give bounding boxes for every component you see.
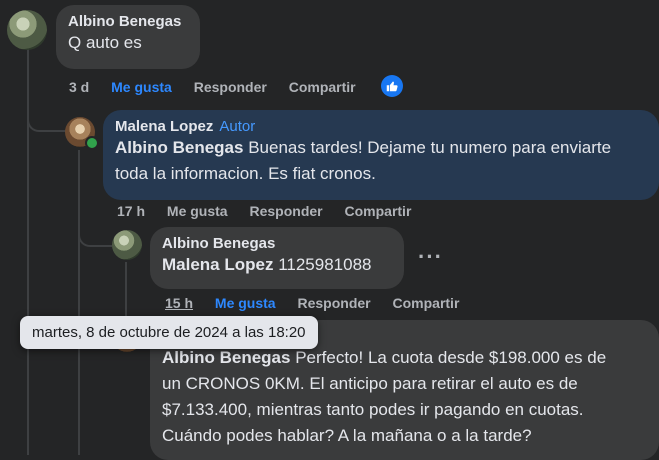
comment-text: Albino Benegas Buenas tardes! Dejame tu … bbox=[115, 135, 647, 161]
like-button[interactable]: Me gusta bbox=[111, 79, 172, 95]
thread-line-sub bbox=[78, 150, 80, 455]
like-button[interactable]: Me gusta bbox=[167, 203, 228, 219]
author-badge: Autor bbox=[219, 118, 256, 135]
thread-line-branch-1 bbox=[27, 100, 67, 132]
mention-tag[interactable]: Albino Benegas bbox=[162, 348, 290, 367]
comment-author[interactable]: Malena Lopez bbox=[115, 118, 213, 135]
online-status-icon bbox=[85, 136, 99, 150]
timestamp-tooltip: martes, 8 de octubre de 2024 a las 18:20 bbox=[20, 316, 318, 349]
like-reaction-icon[interactable] bbox=[381, 75, 403, 97]
reply-button[interactable]: Responder bbox=[194, 79, 267, 95]
share-button[interactable]: Compartir bbox=[289, 79, 356, 95]
mention-tag[interactable]: Albino Benegas bbox=[115, 138, 243, 157]
comment-text: Malena Lopez 1125981088 bbox=[162, 252, 392, 278]
comment-author[interactable]: Albino Benegas bbox=[68, 13, 188, 30]
comment-author[interactable]: Albino Benegas bbox=[162, 235, 392, 252]
thread-line-branch-2 bbox=[78, 220, 112, 247]
comment-bubble: Albino Benegas Q auto es bbox=[56, 5, 200, 69]
comment-bubble: Albino Benegas Malena Lopez 1125981088 bbox=[150, 227, 404, 289]
comment-text-line-1: Perfecto! La cuota desde $198.000 es de bbox=[290, 348, 607, 367]
comment-text-line-3: $7.133.400, mientras tanto podes ir paga… bbox=[162, 400, 584, 419]
reply-button[interactable]: Responder bbox=[249, 203, 322, 219]
more-options-icon[interactable]: ··· bbox=[418, 244, 443, 270]
comment-timestamp[interactable]: 17 h bbox=[117, 203, 145, 219]
like-button[interactable]: Me gusta bbox=[215, 295, 276, 311]
comment-author-line: Malena Lopez Autor bbox=[115, 118, 647, 135]
avatar[interactable] bbox=[112, 230, 142, 260]
comment-text-line-1: Buenas tardes! Dejame tu numero para env… bbox=[243, 138, 612, 157]
comment-timestamp[interactable]: 3 d bbox=[69, 79, 89, 95]
reply-button[interactable]: Responder bbox=[297, 295, 370, 311]
comment-text: Q auto es bbox=[68, 33, 142, 52]
share-button[interactable]: Compartir bbox=[393, 295, 460, 311]
comment-timestamp[interactable]: 15 h bbox=[165, 295, 193, 311]
comment-text-body: 1125981088 bbox=[273, 255, 372, 274]
comment-text-line-2: toda la informacion. Es fiat cronos. bbox=[115, 164, 376, 183]
comment-text-line-4: Cuándo podes hablar? A la mañana o a la … bbox=[162, 426, 532, 445]
mention-tag[interactable]: Malena Lopez bbox=[162, 255, 273, 274]
comment-actions: 17 h Me gusta Responder Compartir bbox=[117, 203, 429, 219]
comment-actions: 15 h Me gusta Responder Compartir bbox=[165, 295, 477, 311]
avatar[interactable] bbox=[7, 10, 47, 50]
comment-text-line-2: un CRONOS 0KM. El anticipo para retirar … bbox=[162, 374, 578, 393]
comment-bubble-highlighted: Malena Lopez Autor Albino Benegas Buenas … bbox=[103, 110, 659, 200]
share-button[interactable]: Compartir bbox=[345, 203, 412, 219]
comment-actions: 3 d Me gusta Responder Compartir bbox=[69, 79, 374, 95]
